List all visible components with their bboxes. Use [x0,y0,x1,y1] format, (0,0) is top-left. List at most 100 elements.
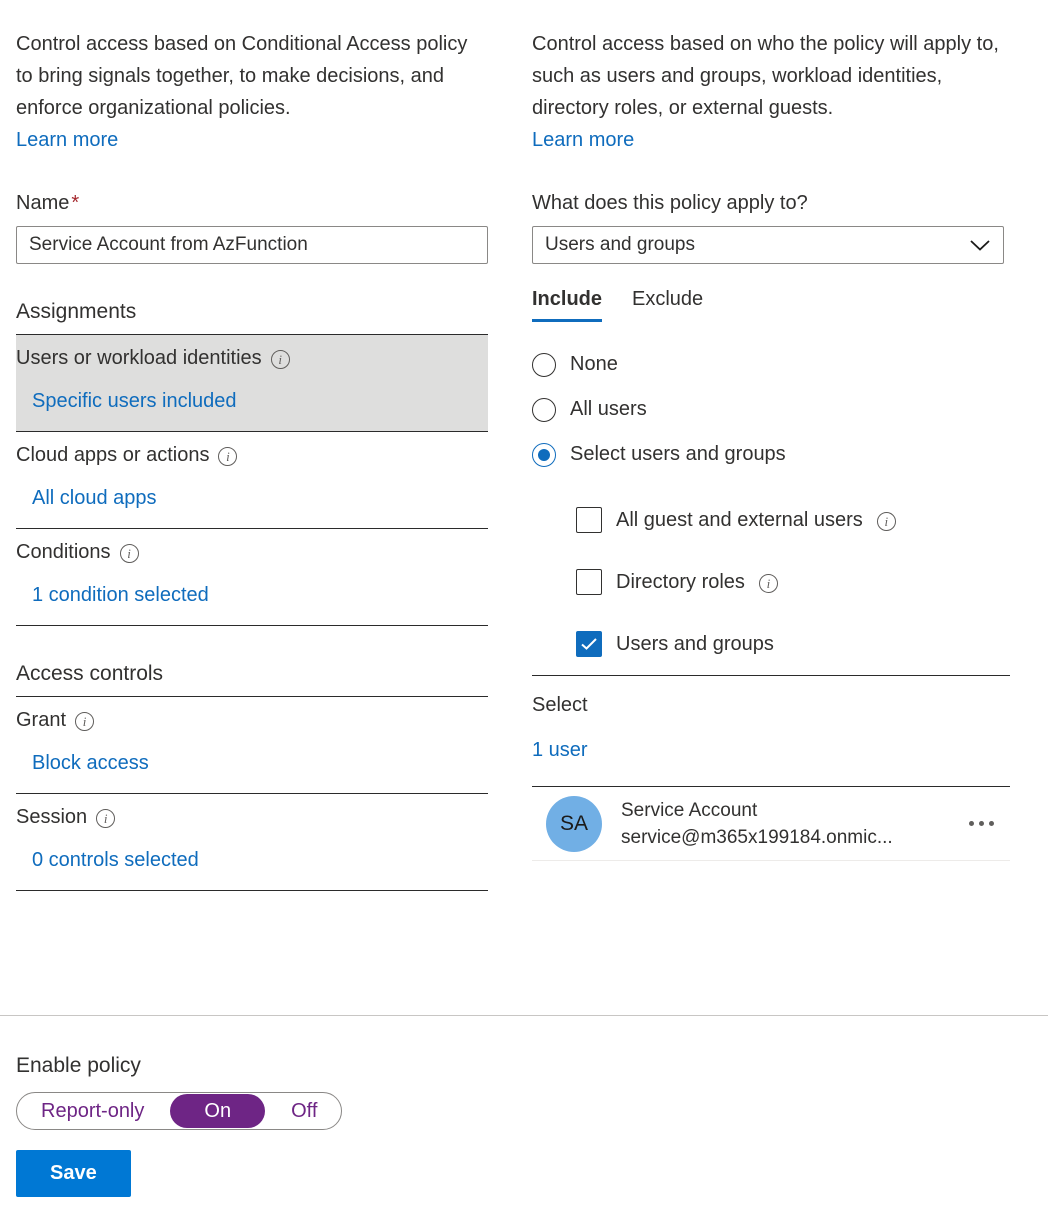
info-icon[interactable]: i [758,573,778,593]
more-options-icon[interactable] [959,813,1004,834]
info-icon[interactable]: i [876,511,896,531]
assignment-row-title: Grant i [16,707,488,733]
avatar-initials: SA [559,811,588,835]
checkbox-all-guest-and-external-users[interactable]: All guest and external users i [576,489,1010,551]
toggle-option-off[interactable]: Off [269,1094,339,1128]
tab-exclude[interactable]: Exclude [632,286,703,322]
radio-option-none[interactable]: None [532,342,1010,387]
toggle-option-report-only[interactable]: Report-only [19,1094,166,1128]
checkbox-indicator-checked [576,631,602,657]
checkbox-directory-roles[interactable]: Directory roles i [576,551,1010,613]
toggle-option-label: Report-only [41,1100,145,1122]
selected-user-count-link[interactable]: 1 user [532,734,588,766]
tab-include[interactable]: Include [532,286,603,322]
checkbox-label: Users and groups [616,632,774,655]
chevron-down-icon [969,238,991,252]
all-cloud-apps-link[interactable]: All cloud apps [32,482,157,514]
apply-to-label: What does this policy apply to? [532,192,808,214]
name-field-label: Name * [16,190,488,216]
policy-summary-column: Control access based on Conditional Acce… [16,28,488,891]
checkbox-users-and-groups[interactable]: Users and groups [576,613,1010,675]
radio-label: None [570,353,618,375]
bottom-bar-divider [0,1015,1048,1016]
conditions-selected-link[interactable]: 1 condition selected [32,579,209,611]
info-icon[interactable]: i [119,543,139,563]
specific-users-included-link[interactable]: Specific users included [32,385,237,417]
checkbox-indicator [576,569,602,595]
dot [969,821,974,826]
info-icon[interactable]: i [75,711,95,731]
info-icon[interactable]: i [218,446,238,466]
dot [989,821,994,826]
radio-option-all-users[interactable]: All users [532,387,1010,432]
assignment-row-title: Cloud apps or actions i [16,442,488,468]
assignment-row-label: Cloud apps or actions [16,444,210,466]
assignment-row-title: Conditions i [16,539,488,565]
scope-checkbox-group: All guest and external users i Directory… [576,489,1010,675]
assignment-row-cloud-apps-or-actions[interactable]: Cloud apps or actions i All cloud apps [16,432,488,528]
dot [979,821,984,826]
checkbox-label: All guest and external users [616,508,863,531]
policy-scope-column: Control access based on who the policy w… [532,28,1010,861]
access-controls-heading: Access controls [16,662,164,685]
radio-option-select-users-and-groups[interactable]: Select users and groups [532,432,1010,477]
apply-to-dropdown[interactable]: Users and groups [532,226,1004,264]
assignment-divider-3 [16,625,488,626]
required-asterisk: * [71,192,80,214]
assignment-row-grant[interactable]: Grant i Block access [16,697,488,793]
enable-policy-label: Enable policy [16,1054,141,1077]
assignment-row-label: Conditions [16,541,111,563]
save-button[interactable]: Save [16,1150,131,1197]
assignment-row-title: Users or workload identities i [16,345,488,371]
assignment-row-title: Session i [16,804,488,830]
tab-exclude-label: Exclude [632,288,704,310]
assignment-row-value: All cloud apps [32,482,488,514]
conditional-access-policy-panel: Control access based on Conditional Acce… [0,0,1048,1209]
checkbox-label: Directory roles [616,570,745,593]
bottom-action-bar: Enable policy Report-only On Off Save [16,1052,343,1197]
radio-indicator-selected [532,442,556,467]
left-learn-more-link[interactable]: Learn more [16,124,118,156]
info-icon[interactable]: i [270,349,290,369]
select-heading: Select [532,694,588,716]
assignment-row-value: Specific users included [32,385,488,417]
policy-name-input[interactable] [16,226,488,264]
assignment-row-label: Grant [16,709,67,731]
tab-include-label: Include [532,288,603,310]
block-access-link[interactable]: Block access [32,747,149,779]
assignment-row-value: 1 condition selected [32,579,488,611]
left-intro-text: Control access based on Conditional Acce… [16,33,468,119]
right-intro-text: Control access based on who the policy w… [532,33,999,119]
radio-indicator [532,352,556,377]
select-count: 1 user [532,734,1010,766]
toggle-option-label: On [204,1100,232,1122]
enable-policy-toggle[interactable]: Report-only On Off [16,1092,343,1130]
assignment-row-users-or-workload-identities[interactable]: Users or workload identities i Specific … [16,335,488,431]
assignment-row-conditions[interactable]: Conditions i 1 condition selected [16,529,488,625]
user-display-name: Service Account [621,799,758,821]
toggle-option-label: Off [291,1100,318,1122]
session-controls-link[interactable]: 0 controls selected [32,844,199,876]
user-details: Service Account service@m365x199184.onmi… [621,797,959,851]
checkbox-indicator [576,507,602,533]
name-label-text: Name [16,192,70,214]
avatar: SA [546,795,602,852]
scope-radio-group: None All users Select users and groups [532,342,1010,477]
access-divider-2 [16,890,488,891]
right-learn-more-link[interactable]: Learn more [532,124,634,156]
assignment-row-label: Session [16,806,88,828]
radio-indicator [532,397,556,422]
assignment-row-value: 0 controls selected [32,844,488,876]
toggle-option-on[interactable]: On [170,1094,266,1128]
info-icon[interactable]: i [96,808,116,828]
list-item[interactable]: SA Service Account service@m365x199184.o… [532,787,1010,861]
assignments-heading: Assignments [16,300,137,323]
assignment-row-session[interactable]: Session i 0 controls selected [16,794,488,890]
select-divider-top [532,675,1010,676]
assignment-row-value: Block access [32,747,488,779]
radio-label: Select users and groups [570,443,786,465]
radio-label: All users [570,398,647,420]
include-exclude-tabs: Include Exclude [532,286,1010,322]
user-email: service@m365x199184.onmic... [621,826,893,848]
assignment-row-label: Users or workload identities [16,347,262,369]
